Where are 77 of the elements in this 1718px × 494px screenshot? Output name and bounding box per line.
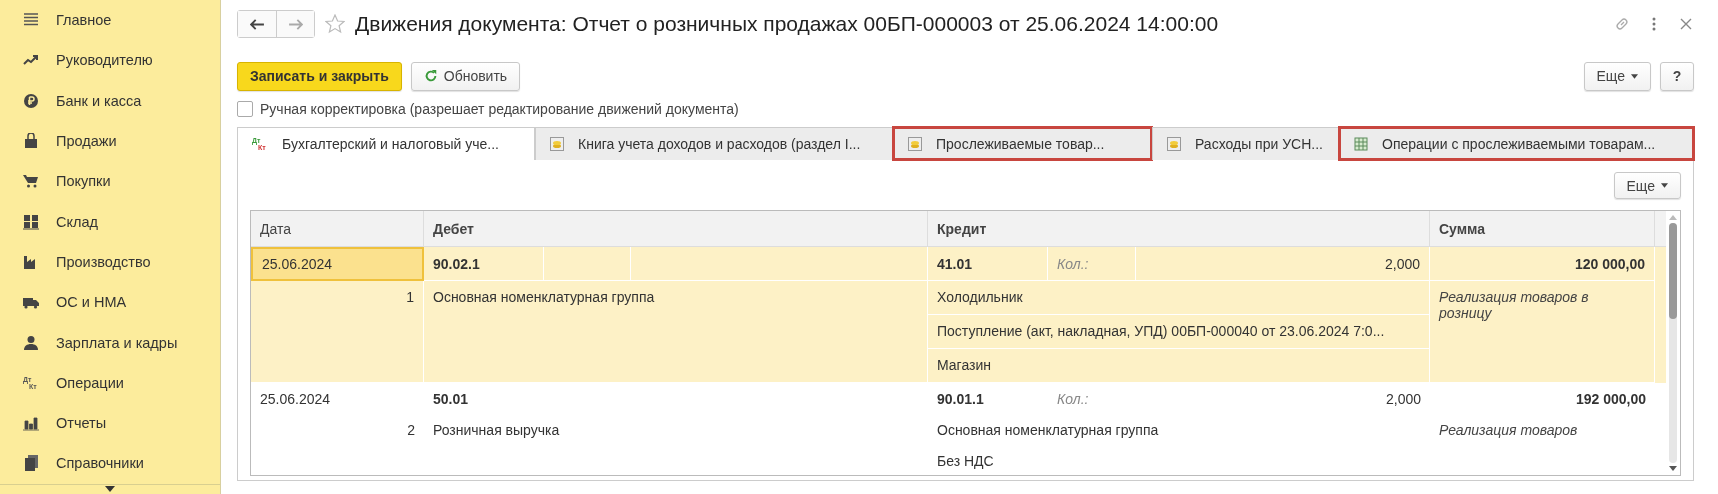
refresh-button[interactable]: Обновить	[410, 61, 521, 91]
link-icon[interactable]	[1614, 16, 1630, 32]
table-cell: Реализация товаров в розницу	[1430, 281, 1655, 383]
refresh-icon	[423, 69, 438, 83]
table-cell-text: 2,000	[1384, 389, 1422, 409]
ruble-icon	[23, 92, 39, 109]
table-cell: Поступление (акт, накладная, УПД) 00БП-000040 от 23.06.2024 7:0...	[928, 315, 1430, 349]
table-icon	[1354, 137, 1368, 151]
table-row[interactable]: 25.06.2024 90.02.1 41.01 Кол.: 2,000 120 000,00 1 Основная номенклатурная группа Холодильник Поступление (акт, накладная, УПД) 00БП-000040 от 23.06.2024 7:0... Магазин Реализация товаров в розницу	[251, 247, 1666, 383]
save-close-button[interactable]: Записать и закрыть	[237, 61, 402, 91]
bag-icon	[23, 133, 39, 150]
table-cell: Кол.:	[1048, 247, 1136, 281]
table-cell-text: Розничная выручка	[432, 421, 561, 440]
table-cell-text: Реализация товаров	[1438, 421, 1579, 440]
table-cell-text: Без НДС	[936, 452, 995, 471]
books-icon	[23, 455, 39, 472]
bar-chart-icon	[23, 415, 39, 432]
left-arrow-icon	[249, 18, 265, 30]
tab[interactable]: Прослеживаемые товар...	[893, 127, 1152, 160]
caret-icon	[1631, 73, 1638, 79]
tab[interactable]: Книга учета доходов и расходов (раздел I...	[535, 127, 893, 160]
scroll-up-icon[interactable]	[1669, 215, 1677, 220]
sidebar-item[interactable]: ОС и НМА	[0, 282, 220, 323]
table-cell: 2,000	[1136, 247, 1430, 281]
tab[interactable]: Операции с прослеживаемыми товарам...	[1339, 127, 1694, 160]
coins-icon	[1167, 137, 1181, 151]
help-button[interactable]: ?	[1660, 61, 1694, 91]
table-cell-text: 50.01	[432, 389, 470, 409]
checkbox-label: Ручная корректировка (разрешает редактирование движений документа)	[260, 101, 739, 117]
right-arrow-icon	[288, 18, 303, 30]
back-button[interactable]	[238, 11, 276, 37]
table-cell: 25.06.2024	[251, 247, 424, 281]
more-icon[interactable]	[1652, 16, 1656, 32]
table-cell-text: Кол.:	[1056, 389, 1090, 409]
checkbox[interactable]	[237, 101, 253, 117]
table-cell: 120 000,00	[1430, 247, 1655, 281]
table-cell-text: 192 000,00	[1574, 389, 1647, 409]
table-cell-text: 2	[406, 421, 416, 440]
scrollbar-thumb[interactable]	[1669, 223, 1677, 319]
sidebar-item[interactable]: Главное	[0, 0, 220, 41]
table-cell-text: Основная номенклатурная группа	[936, 421, 1160, 440]
column-header[interactable]: Дата	[251, 211, 424, 246]
sidebar-item[interactable]: Склад	[0, 201, 220, 242]
sidebar-item[interactable]: Банк и касса	[0, 80, 220, 121]
scroll-down-icon[interactable]	[105, 486, 115, 493]
table-cell: Основная номенклатурная группа	[424, 281, 928, 383]
sidebar-item[interactable]: Продажи	[0, 120, 220, 162]
table-cell-text: 90.01.1	[936, 389, 985, 409]
sidebar-item[interactable]: Покупки	[0, 161, 220, 202]
sidebar-item[interactable]: Отчеты	[0, 402, 220, 444]
column-header[interactable]: Сумма	[1430, 211, 1655, 246]
cart-icon	[23, 173, 39, 190]
sidebar-item[interactable]: Производство	[0, 241, 220, 283]
table-cell-text: 25.06.2024	[259, 389, 332, 409]
caret-icon	[1661, 183, 1668, 188]
person-icon	[23, 334, 39, 351]
column-header[interactable]: Кредит	[928, 211, 1430, 246]
table-cell: 1	[251, 281, 424, 383]
coins-icon	[550, 137, 564, 151]
scroll-down-icon[interactable]	[1669, 466, 1677, 471]
warehouse-icon	[23, 213, 39, 230]
table-cell: Магазин	[928, 349, 1430, 383]
table-cell: 41.01	[928, 247, 1048, 281]
table-cell: Холодильник	[928, 281, 1430, 315]
sidebar-item[interactable]: Зарплата и кадры	[0, 322, 220, 363]
table-row[interactable]: 25.06.2024 50.01 90.01.1 Кол.: 2,000 192 000,00 2 Розничная выручка Основная номенклатурная группа Без НДС Реализация товаров	[251, 383, 1666, 475]
table-cell: 90.02.1	[424, 247, 544, 281]
column-header[interactable]: Дебет	[424, 211, 928, 246]
star-icon[interactable]	[325, 14, 345, 34]
coins-icon	[908, 137, 922, 151]
close-icon[interactable]	[1678, 16, 1694, 32]
sidebar-item[interactable]: Справочники	[0, 443, 220, 484]
more-button[interactable]: Еще	[1613, 172, 1681, 199]
tab[interactable]: Расходы при УСН...	[1152, 127, 1339, 160]
sidebar-item[interactable]: Руководителю	[0, 40, 220, 81]
window-title: Движения документа: Отчет о розничных продажах 00БП-000003 от 25.06.2024 14:00:00	[355, 12, 1219, 36]
more-button[interactable]: Еще	[1583, 61, 1651, 91]
